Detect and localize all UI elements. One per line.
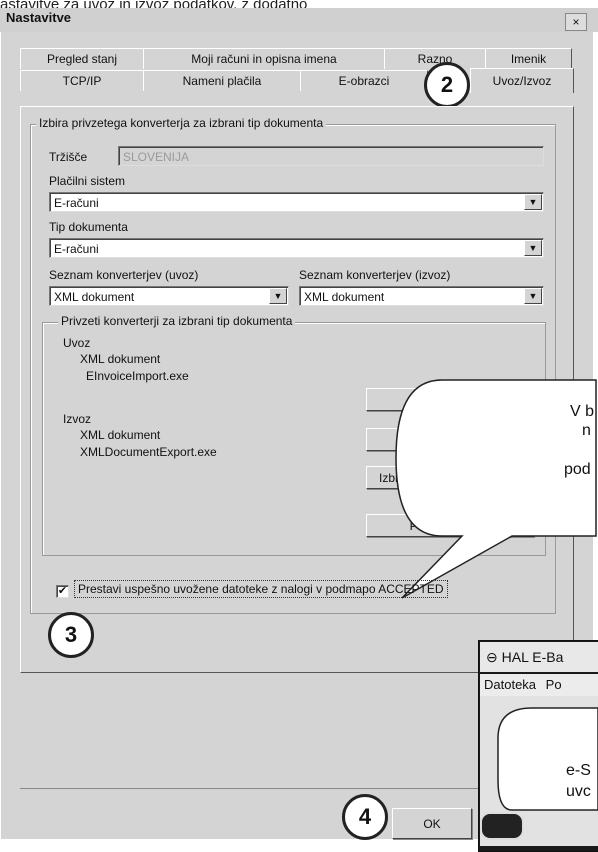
callout-1-line-3: pod [564,461,591,478]
izvoz-converters-select[interactable]: XML dokument [299,286,544,306]
window-title: Nastavitve [6,10,72,25]
placilni-sistem-select[interactable]: E-računi [49,192,544,212]
uvoz-heading: Uvoz [63,336,91,350]
step-3-marker: 3 [48,612,94,658]
hal-menu-bar: Datoteka Po [480,674,598,696]
hal-title-bar: ⊖ HAL E-Ba [480,642,598,672]
callout-2-line-2: uvc [566,783,591,800]
step-2-marker: 2 [424,62,470,108]
trzisce-field: SLOVENIJA [118,146,544,166]
accepted-checkbox-label[interactable]: Prestavi uspešno uvožene datoteke z nalo… [74,580,448,598]
trzisce-label: Tržišče [49,150,88,164]
close-button[interactable]: × [565,13,587,31]
tab-imenik[interactable]: Imenik [485,48,572,69]
izvoz-converters-label: Seznam konverterjev (izvoz) [299,268,451,282]
ok-button[interactable]: OK [392,808,472,839]
hal-menu-datoteka[interactable]: Datoteka [480,677,536,692]
tip-dokumenta-label: Tip dokumenta [49,220,128,234]
hal-logo-icon: ⊖ [486,649,498,665]
placilni-sistem-value: E-računi [54,196,99,210]
tip-dokumenta-value: E-računi [54,242,99,256]
default-converters-legend: Privzeti konverterji za izbrani tip doku… [58,314,296,328]
tab-uvoz-izvoz[interactable]: Uvoz/Izvoz [470,68,574,93]
izvoz-converters-value: XML dokument [304,290,385,304]
hal-window-title: HAL E-Ba [501,649,564,665]
tab-nameni-placila[interactable]: Nameni plačila [143,70,301,91]
tab-e-obrazci[interactable]: E-obrazci [300,70,428,91]
uvoz-converters-value: XML dokument [54,290,135,304]
converter-group-legend: Izbira privzetega konverterja za izbrani… [36,116,327,130]
placilni-sistem-dropdown-icon[interactable]: ▼ [524,194,542,210]
izvoz-converter-exe: XMLDocumentExport.exe [80,445,217,459]
uvoz-converter-exe: EInvoiceImport.exe [86,369,189,383]
izvoz-converter-name: XML dokument [80,428,161,442]
hal-menu-po[interactable]: Po [540,677,562,692]
callout-2-line-1: e-S [566,762,591,779]
izvoz-heading: Izvoz [63,412,92,426]
title-bar [0,8,598,32]
tip-dokumenta-select[interactable]: E-računi [49,238,544,258]
tab-pregled-stanj[interactable]: Pregled stanj [20,48,144,69]
uvoz-converters-label: Seznam konverterjev (uvoz) [49,268,199,282]
callout-1-line-2: n [582,422,591,439]
callout-1-line-1: V b [570,403,595,420]
accepted-checkbox[interactable]: ✔ [56,585,69,598]
uvoz-converter-name: XML dokument [80,352,161,366]
tab-moji-racuni[interactable]: Moji računi in opisna imena [143,48,385,69]
uvoz-converters-select[interactable]: XML dokument [49,286,289,306]
izvoz-dropdown-icon[interactable]: ▼ [524,288,542,304]
placilni-sistem-label: Plačilni sistem [49,174,126,188]
hal-logo-badge-icon [480,812,524,840]
step-4-marker: 4 [342,794,388,840]
tab-tcpip[interactable]: TCP/IP [20,70,144,91]
tip-dokumenta-dropdown-icon[interactable]: ▼ [524,240,542,256]
uvoz-dropdown-icon[interactable]: ▼ [269,288,287,304]
callout-bubble-1 [395,379,597,599]
